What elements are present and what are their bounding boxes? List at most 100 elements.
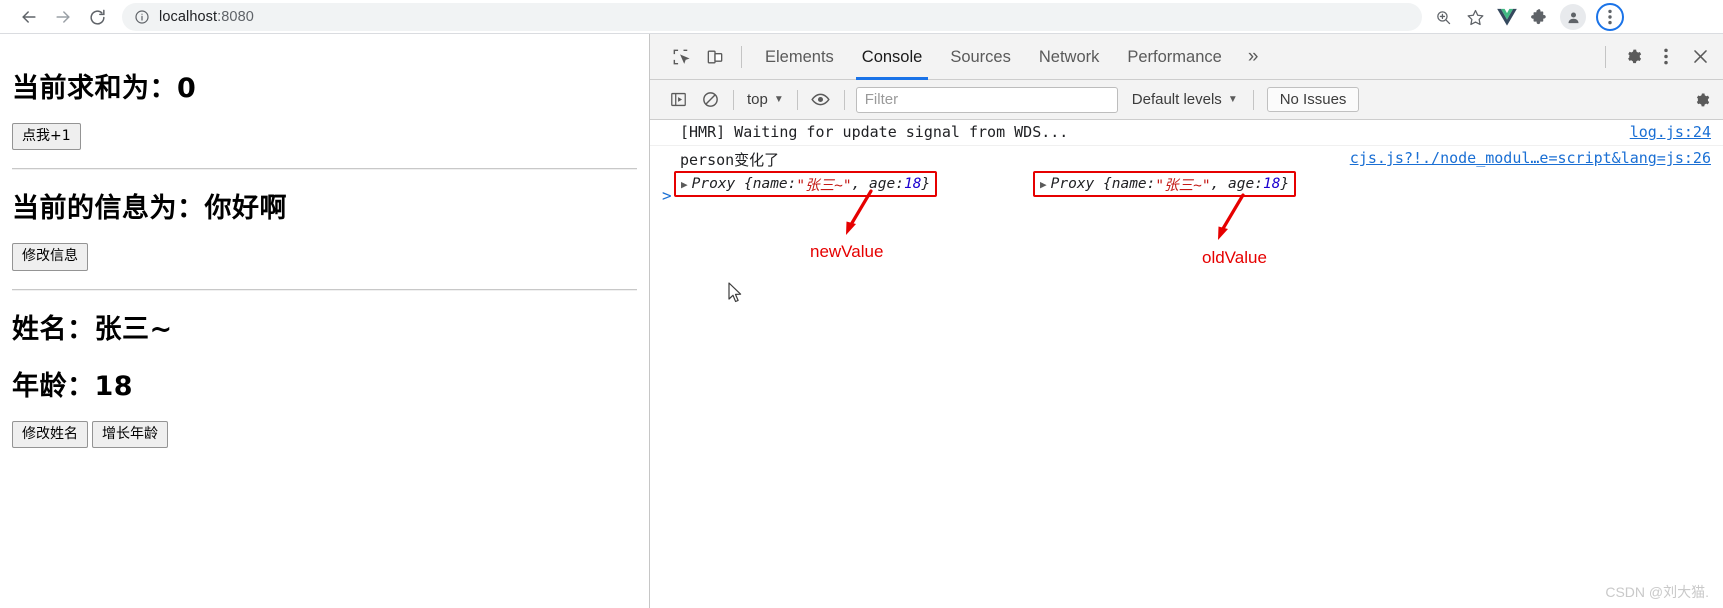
chevron-down-icon-2: ▼	[1227, 94, 1238, 105]
viewport: 当前求和为：0 点我+1 当前的信息为：你好啊 修改信息 姓名：张三~ 年龄：1…	[0, 34, 1723, 608]
filter-placeholder: Filter	[864, 91, 899, 108]
sum-section: 当前求和为：0 点我+1	[12, 48, 637, 151]
reload-button[interactable]	[80, 0, 114, 34]
console-row-hmr[interactable]: [HMR] Waiting for update signal from WDS…	[650, 120, 1723, 146]
annotation-oldvalue: oldValue	[1202, 248, 1267, 267]
info-circle-icon[interactable]	[134, 9, 150, 25]
zoom-in-icon[interactable]	[1428, 2, 1458, 32]
chevron-down-icon: ▼	[773, 94, 784, 105]
person-section: 姓名：张三~ 年龄：18 修改姓名 增长年龄	[12, 307, 637, 449]
arrow-newvalue-icon	[846, 189, 873, 235]
issues-button[interactable]: No Issues	[1266, 87, 1360, 112]
console-message-text-2: person变化了	[680, 151, 780, 169]
increment-button[interactable]: 点我+1	[12, 123, 81, 151]
back-button[interactable]	[12, 0, 46, 34]
console-toolbar: top ▼ Filter Default levels ▼ No Issues	[650, 80, 1723, 120]
age-heading: 年龄：18	[12, 364, 637, 403]
increase-age-button[interactable]: 增长年龄	[92, 420, 168, 449]
message-label: 当前的信息为：	[12, 193, 205, 225]
expand-triangle-icon[interactable]: ▶	[681, 178, 688, 191]
browser-toolbar: localhost:8080	[0, 0, 1723, 34]
live-expression-eye-icon[interactable]	[805, 85, 837, 115]
age-label: 年龄：	[12, 370, 95, 402]
devtools-tabbar: Elements Console Sources Network Perform…	[650, 34, 1723, 80]
name-value: 张三~	[94, 313, 173, 345]
sum-heading: 当前求和为：0	[12, 66, 637, 105]
console-prompt[interactable]: >	[662, 186, 672, 205]
toolbar-divider-1	[733, 89, 734, 110]
proxy-new-suffix: }	[921, 176, 931, 192]
proxy-old-value[interactable]: ▶ Proxy {name: "张三~", age: 18}	[1033, 171, 1297, 197]
reload-icon	[88, 8, 107, 27]
name-heading: 姓名：张三~	[12, 307, 637, 346]
gear-icon[interactable]	[1615, 40, 1649, 74]
device-toolbar-icon[interactable]	[698, 40, 732, 74]
filter-input[interactable]: Filter	[855, 86, 1118, 113]
puzzle-piece-icon[interactable]	[1524, 2, 1554, 32]
proxy-old-age: 18	[1262, 176, 1281, 192]
forward-button[interactable]	[46, 0, 80, 34]
proxy-old-mid: , age:	[1210, 176, 1263, 192]
more-tabs-icon[interactable]: »	[1236, 34, 1271, 80]
tabbar-divider	[741, 45, 742, 68]
age-value: 18	[94, 370, 134, 402]
url-port: :8080	[217, 9, 254, 25]
console-source-link[interactable]: log.js:24	[1630, 123, 1711, 141]
execution-context-label: top	[747, 91, 768, 108]
console-messages[interactable]: [HMR] Waiting for update signal from WDS…	[650, 120, 1723, 608]
three-dot-menu-icon[interactable]	[1596, 3, 1624, 31]
tab-performance[interactable]: Performance	[1113, 34, 1235, 80]
tab-console[interactable]: Console	[848, 34, 937, 80]
close-x-icon[interactable]	[1683, 40, 1717, 74]
person-avatar-icon[interactable]	[1560, 4, 1586, 30]
proxy-old-prefix: Proxy {name:	[1050, 176, 1156, 192]
person-button-row: 修改姓名 增长年龄	[12, 420, 637, 449]
watermark: CSDN @刘大猫.	[1605, 584, 1709, 600]
console-sidebar-icon[interactable]	[662, 85, 694, 115]
arrow-left-icon	[19, 7, 39, 27]
expand-triangle-icon-2[interactable]: ▶	[1040, 178, 1047, 191]
message-value: 你好啊	[204, 193, 287, 225]
log-levels-select[interactable]: Default levels ▼	[1124, 91, 1246, 108]
arrow-oldvalue-icon	[1218, 193, 1245, 240]
console-message-text: [HMR] Waiting for update signal from WDS…	[680, 123, 1069, 141]
execution-context-select[interactable]: top ▼	[741, 91, 790, 108]
proxy-objects-row: ▶ Proxy {name: "张三~", age: 18} ▶ Proxy {na…	[650, 171, 1723, 201]
proxy-old-suffix: }	[1280, 176, 1290, 192]
annotation-newvalue: newValue	[810, 242, 884, 261]
address-bar[interactable]: localhost:8080	[122, 3, 1422, 31]
tab-elements[interactable]: Elements	[751, 34, 848, 80]
log-levels-label: Default levels	[1131, 91, 1222, 108]
clear-console-icon[interactable]	[694, 85, 726, 115]
change-name-button[interactable]: 修改姓名	[12, 420, 88, 449]
name-label: 姓名：	[12, 313, 95, 345]
arrow-right-icon	[53, 7, 73, 27]
console-settings-gear-icon[interactable]	[1685, 85, 1717, 115]
tab-network[interactable]: Network	[1025, 34, 1114, 80]
change-message-button[interactable]: 修改信息	[12, 243, 88, 271]
devtools-kebab-icon[interactable]	[1649, 40, 1683, 74]
proxy-new-value[interactable]: ▶ Proxy {name: "张三~", age: 18}	[674, 171, 938, 197]
message-section: 当前的信息为：你好啊 修改信息	[12, 186, 637, 271]
sum-label: 当前求和为：	[12, 73, 177, 104]
console-row-person-changed[interactable]: person变化了 cjs.js?!./node_modul…e=script&…	[650, 146, 1723, 173]
url-text: localhost:8080	[159, 9, 254, 25]
inspect-element-icon[interactable]	[664, 40, 698, 74]
browser-action-icons	[1428, 2, 1624, 32]
tab-sources[interactable]: Sources	[936, 34, 1025, 80]
sum-value: 0	[177, 73, 197, 104]
mouse-cursor-icon	[728, 282, 742, 303]
proxy-old-name: "张三~"	[1155, 177, 1211, 194]
proxy-new-age: 18	[903, 176, 922, 192]
vue-logo-icon[interactable]	[1492, 2, 1522, 32]
divider-2	[12, 288, 637, 291]
toolbar-divider-4	[1252, 89, 1254, 110]
url-host: localhost	[159, 9, 218, 25]
divider-1	[12, 168, 637, 171]
devtools-panel: Elements Console Sources Network Perform…	[650, 34, 1723, 608]
toolbar-divider-3	[843, 89, 845, 110]
message-heading: 当前的信息为：你好啊	[12, 186, 637, 225]
toolbar-divider-2	[796, 89, 798, 110]
star-icon[interactable]	[1460, 2, 1490, 32]
console-source-link-2[interactable]: cjs.js?!./node_modul…e=script&lang=js:26	[1350, 149, 1711, 167]
